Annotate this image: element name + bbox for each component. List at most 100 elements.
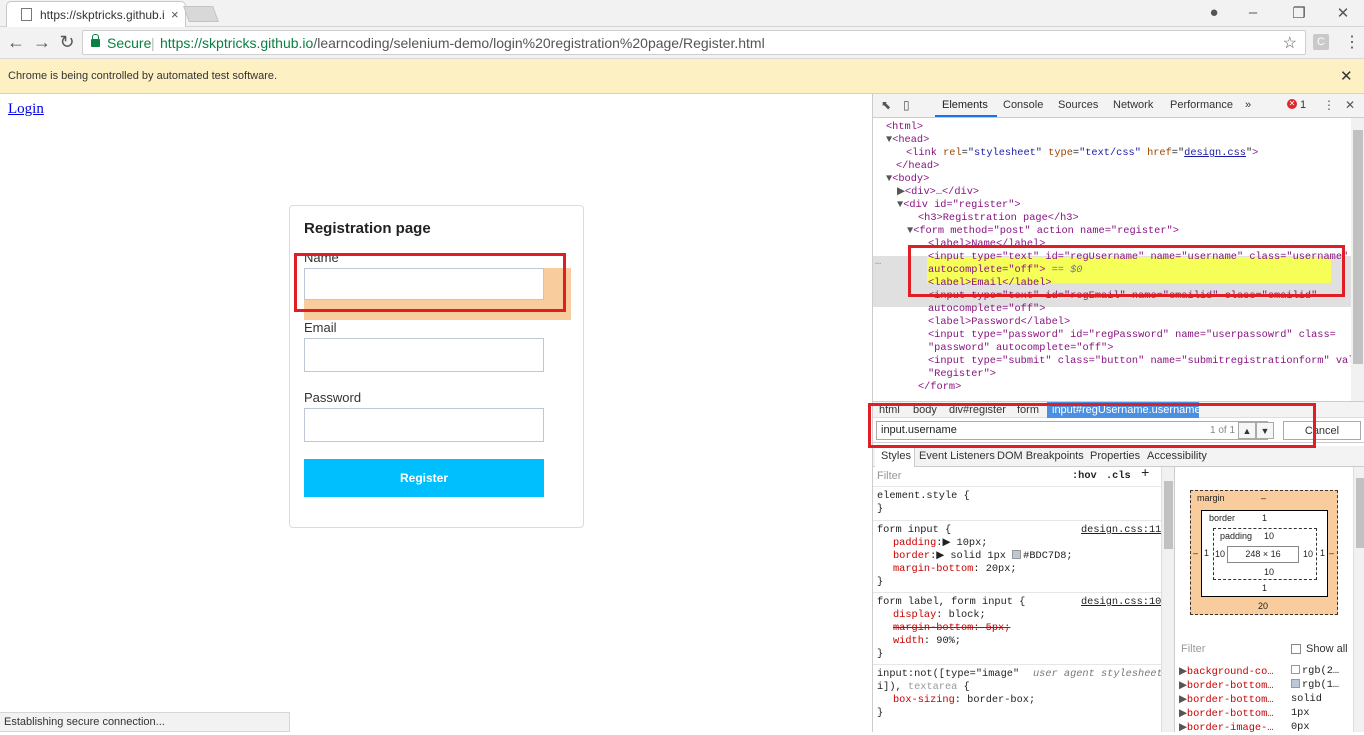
hov-toggle[interactable]: :hov	[1072, 470, 1097, 483]
dom-line[interactable]: <input type="password" id="regPassword" …	[928, 329, 1336, 342]
dom-line[interactable]: autocomplete="off">	[928, 303, 1045, 316]
new-tab-button[interactable]	[183, 6, 219, 22]
tab-elements[interactable]: Elements	[942, 99, 988, 111]
tab-close-icon[interactable]: ×	[171, 7, 179, 22]
devtools-close-icon[interactable]: ✕	[1345, 98, 1355, 112]
tab-performance[interactable]: Performance	[1170, 99, 1233, 111]
node-ellipsis[interactable]: …	[875, 256, 881, 269]
box-model-margin[interactable]: margin – – – 20 border 1 1 1 1 padding 1…	[1190, 490, 1338, 615]
registration-title: Registration page	[304, 220, 431, 237]
dom-line[interactable]: "Register">	[928, 368, 996, 381]
scroll-thumb[interactable]	[1356, 478, 1364, 548]
dom-line[interactable]: </form>	[918, 381, 961, 394]
password-input[interactable]	[304, 408, 544, 442]
dom-tag: <div>…</div>	[904, 186, 980, 198]
devtools-menu-icon[interactable]: ⋮	[1323, 98, 1335, 112]
infobar-close-icon[interactable]: ✕	[1340, 67, 1353, 85]
stylesheet-link[interactable]: design.css	[1184, 147, 1246, 159]
style-property[interactable]: box-sizing: border-box;	[893, 694, 1035, 707]
dom-line[interactable]: </head>	[896, 160, 939, 173]
subtab-dom-breakpoints[interactable]: DOM Breakpoints	[997, 450, 1084, 462]
style-property[interactable]: margin-bottom: 20px;	[893, 563, 1017, 576]
computed-row[interactable]: ▶border-bottom… solid	[1179, 693, 1322, 707]
dom-line[interactable]: <link rel="stylesheet" type="text/css" h…	[906, 147, 1258, 160]
address-bar[interactable]: Secure | https://skptricks.github.io/lea…	[82, 30, 1306, 55]
register-button[interactable]: Register	[304, 459, 544, 497]
computed-filter-input[interactable]: Filter	[1181, 643, 1205, 655]
scroll-thumb[interactable]	[1353, 130, 1363, 364]
scroll-thumb[interactable]	[1164, 481, 1173, 549]
rule-end: }	[877, 503, 884, 515]
url-host: skptricks.github.io	[202, 35, 314, 51]
dom-line[interactable]: ▶<div>…</div>	[897, 186, 979, 199]
rule-selector[interactable]: input:not([type="image"	[877, 668, 1019, 681]
styles-scrollbar[interactable]	[1161, 467, 1174, 732]
rule-selector[interactable]: i]), textarea {	[877, 681, 970, 694]
back-icon[interactable]: ←	[6, 32, 26, 53]
chrome-menu-icon[interactable]: ⋮	[1344, 32, 1360, 52]
devtools-tabbar: ⬉ ▯ Elements Console Sources Network Per…	[873, 94, 1364, 118]
dom-line[interactable]: <label>Password</label>	[928, 316, 1070, 329]
computed-row[interactable]: ▶border-bottom… rgb(1…	[1179, 679, 1339, 693]
url-text[interactable]: https://skptricks.github.io/learncoding/…	[160, 35, 765, 51]
styles-filter-input[interactable]: Filter	[877, 470, 901, 483]
color-swatch[interactable]	[1012, 550, 1022, 559]
extension-icon[interactable]: C	[1313, 34, 1329, 50]
error-icon[interactable]: ✕	[1287, 99, 1297, 109]
profile-icon[interactable]: ●	[1204, 4, 1224, 21]
style-property[interactable]: display: block;	[893, 609, 986, 622]
prop-name: border	[893, 550, 931, 562]
dom-line[interactable]: <input type="submit" class="button" name…	[928, 355, 1351, 368]
subtab-accessibility[interactable]: Accessibility	[1147, 450, 1207, 462]
dom-line[interactable]: "password" autocomplete="off">	[928, 342, 1113, 355]
inspect-element-icon[interactable]: ⬉	[881, 98, 891, 112]
url-path: /learncoding/selenium-demo/login%20regis…	[313, 35, 765, 51]
box-model-content[interactable]: 248 × 16	[1227, 546, 1299, 563]
computed-row[interactable]: ▶border-image-… 0px	[1179, 721, 1310, 735]
device-toolbar-icon[interactable]: ▯	[903, 98, 910, 112]
dom-line[interactable]: <h3>Registration page</h3>	[918, 212, 1079, 225]
dom-line[interactable]: ▼<div id="register">	[897, 199, 1021, 212]
restore-icon[interactable]: ❐	[1289, 4, 1309, 22]
box-model-border[interactable]: border 1 1 1 1 padding 10 10 10 10 248 ×…	[1201, 510, 1328, 597]
rule-selector[interactable]: form label, form input {	[877, 596, 1025, 609]
new-rule-icon[interactable]: +	[1141, 467, 1149, 481]
browser-tab[interactable]: https://skptricks.github.io ×	[6, 1, 186, 27]
style-property[interactable]: border:▶ solid 1px #BDC7D8;	[893, 550, 1073, 563]
red-annotation-box-search	[868, 403, 1316, 448]
rule-selector[interactable]: form input {	[877, 524, 951, 537]
bookmark-star-icon[interactable]: ☆	[1283, 33, 1297, 53]
prop-value: border-box;	[967, 694, 1036, 706]
forward-icon[interactable]: →	[32, 32, 52, 53]
cls-toggle[interactable]: .cls	[1106, 470, 1131, 483]
style-property[interactable]: padding:▶ 10px;	[893, 537, 987, 550]
computed-scrollbar[interactable]	[1353, 467, 1364, 732]
subtab-styles[interactable]: Styles	[881, 450, 911, 462]
style-property-overridden[interactable]: margin-bottom: 5px;	[893, 622, 1010, 635]
rule-selector[interactable]: element.style {	[877, 490, 970, 503]
subtab-event-listeners[interactable]: Event Listeners	[919, 450, 995, 462]
style-property[interactable]: width: 90%;	[893, 635, 961, 648]
tab-sources[interactable]: Sources	[1058, 99, 1098, 111]
email-input[interactable]	[304, 338, 544, 372]
subtab-properties[interactable]: Properties	[1090, 450, 1140, 462]
reload-icon[interactable]: ↻	[57, 32, 77, 53]
computed-value: rgb(2…	[1302, 665, 1340, 677]
login-link[interactable]: Login	[8, 101, 44, 118]
rule-source-link[interactable]: design.css:11	[1081, 524, 1161, 537]
dom-line[interactable]: ▼<body>	[886, 173, 929, 186]
tab-more[interactable]: »	[1245, 99, 1251, 111]
tab-network[interactable]: Network	[1113, 99, 1153, 111]
computed-row[interactable]: ▶background-co… rgb(2…	[1179, 665, 1339, 679]
tab-console[interactable]: Console	[1003, 99, 1043, 111]
box-model-padding[interactable]: padding 10 10 10 10 248 × 16	[1213, 528, 1317, 580]
show-all-checkbox[interactable]	[1291, 644, 1301, 654]
close-window-icon[interactable]: ✕	[1333, 4, 1353, 22]
rule-source-link[interactable]: design.css:10	[1081, 596, 1161, 609]
dom-line[interactable]: ▼<form method="post" action name="regist…	[907, 225, 1179, 238]
dom-line[interactable]: <html>	[886, 121, 923, 134]
computed-row[interactable]: ▶border-bottom… 1px	[1179, 707, 1310, 721]
dom-line[interactable]: ▼<head>	[886, 134, 929, 147]
minimize-icon[interactable]: –	[1243, 4, 1263, 21]
dom-scrollbar[interactable]	[1351, 118, 1364, 401]
